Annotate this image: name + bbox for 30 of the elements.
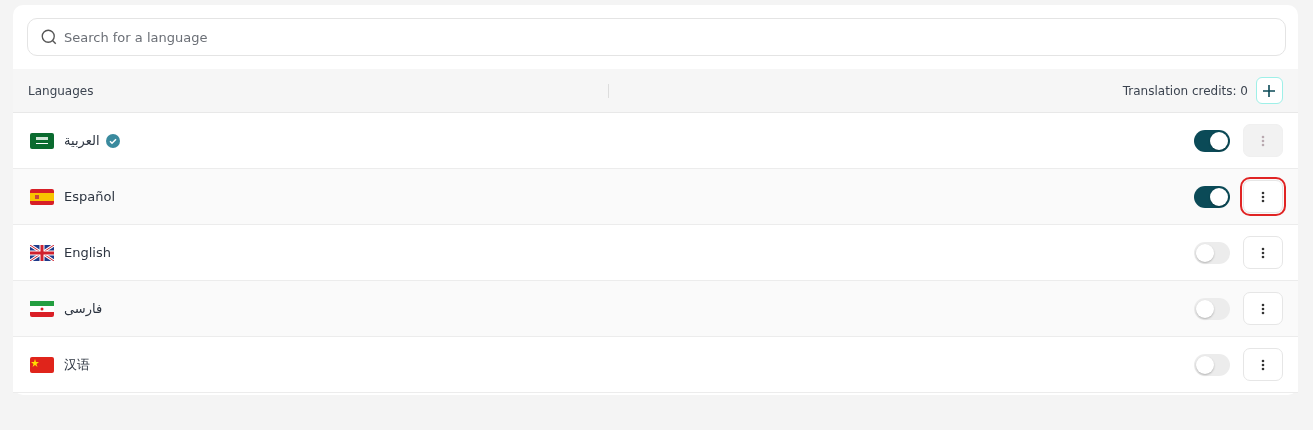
language-name: Español [64,189,115,204]
search-field[interactable]: Search for a language [27,18,1286,56]
more-icon [1261,302,1265,315]
toggle-switch[interactable] [1194,129,1230,152]
more-button[interactable] [1243,236,1283,269]
search-icon [40,28,58,46]
more-icon [1261,190,1265,203]
flag-icon [30,244,54,261]
flag-icon [30,300,54,317]
flag-icon [30,356,54,373]
language-name: العربية [64,133,100,148]
language-name: English [64,245,111,260]
toggle-switch[interactable] [1194,185,1230,208]
more-button[interactable] [1243,292,1283,325]
add-button[interactable] [1256,77,1283,104]
language-name: فارسی [64,301,103,316]
plus-icon [1263,84,1276,97]
more-button[interactable] [1243,348,1283,381]
more-button[interactable] [1243,180,1283,213]
toggle-switch[interactable] [1194,353,1230,376]
toggle-switch[interactable] [1194,297,1230,320]
more-icon [1261,246,1265,259]
toggle-switch[interactable] [1194,241,1230,264]
flag-icon [30,132,54,149]
more-icon [1261,134,1265,147]
flag-icon [30,188,54,205]
column-header: Languages [28,83,94,98]
language-name: 汉语 [64,355,90,374]
credits-label: Translation credits: 0 [1122,83,1248,98]
more-icon [1261,358,1265,371]
